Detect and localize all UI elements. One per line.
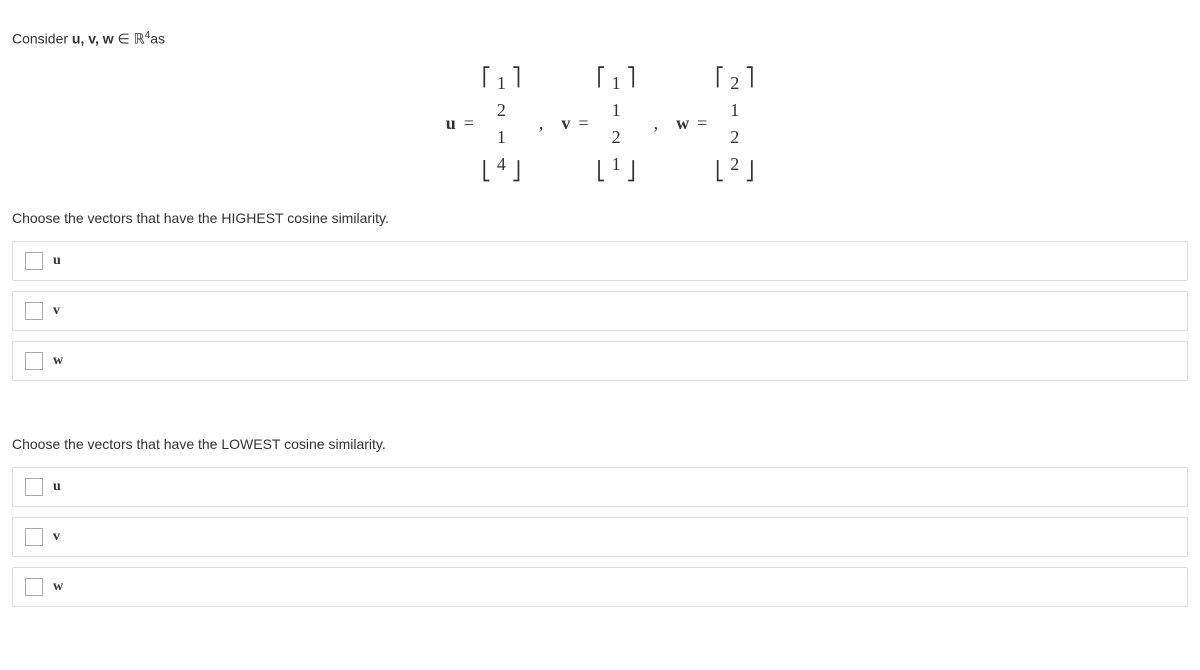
v-val-0: 1 [612, 70, 621, 97]
checkbox-icon[interactable] [25, 352, 43, 370]
vector-u-block: u = 1 2 1 4 [446, 68, 521, 180]
v-val-1: 1 [612, 97, 621, 124]
w-val-3: 2 [730, 151, 739, 178]
vector-equations: u = 1 2 1 4 , v = 1 1 2 1 , [12, 68, 1188, 180]
question-lowest: Choose the vectors that have the LOWEST … [12, 436, 1188, 452]
bracket-left-icon [715, 68, 724, 180]
q2-option-v-label: v [53, 529, 60, 545]
q2-option-u[interactable]: u [12, 467, 1188, 507]
intro-prefix: Consider [12, 31, 72, 47]
w-val-1: 1 [730, 97, 739, 124]
w-val-2: 2 [730, 124, 739, 151]
bracket-left-icon [482, 68, 491, 180]
vector-w-block: w = 2 1 2 2 [676, 68, 754, 180]
vector-v-block: v = 1 1 2 1 [561, 68, 635, 180]
v-val-3: 1 [612, 151, 621, 178]
q2-option-w[interactable]: w [12, 567, 1188, 607]
question-highest: Choose the vectors that have the HIGHEST… [12, 210, 1188, 226]
equals-sign: = [578, 113, 588, 134]
vector-w-matrix: 2 1 2 2 [715, 68, 754, 180]
q1-option-w-label: w [53, 353, 63, 369]
bracket-right-icon [745, 68, 754, 180]
q1-option-w[interactable]: w [12, 341, 1188, 381]
checkbox-icon[interactable] [25, 578, 43, 596]
u-val-2: 1 [497, 124, 506, 151]
vector-v-matrix: 1 1 2 1 [597, 68, 636, 180]
intro-suffix: as [150, 31, 165, 47]
checkbox-icon[interactable] [25, 478, 43, 496]
u-val-0: 1 [497, 70, 506, 97]
q1-option-u[interactable]: u [12, 241, 1188, 281]
vector-u-matrix: 1 2 1 4 [482, 68, 521, 180]
u-val-1: 2 [497, 97, 506, 124]
q1-option-u-label: u [53, 253, 61, 269]
u-val-3: 4 [497, 151, 506, 178]
q2-option-u-label: u [53, 479, 61, 495]
q1-option-v[interactable]: v [12, 291, 1188, 331]
q2-option-v[interactable]: v [12, 517, 1188, 557]
vector-v-label: v [561, 113, 570, 134]
vector-u-label: u [446, 113, 456, 134]
intro-vectors: u, v, w [72, 31, 114, 47]
q2-option-w-label: w [53, 579, 63, 595]
comma-2: , [654, 113, 659, 134]
bracket-right-icon [512, 68, 521, 180]
checkbox-icon[interactable] [25, 528, 43, 546]
w-val-0: 2 [730, 70, 739, 97]
v-val-2: 2 [612, 124, 621, 151]
equals-sign: = [697, 113, 707, 134]
equals-sign: = [464, 113, 474, 134]
comma-1: , [539, 113, 544, 134]
checkbox-icon[interactable] [25, 252, 43, 270]
q1-option-v-label: v [53, 303, 60, 319]
bracket-right-icon [627, 68, 636, 180]
intro-member: ∈ ℝ [114, 31, 145, 47]
checkbox-icon[interactable] [25, 302, 43, 320]
vector-w-label: w [676, 113, 689, 134]
bracket-left-icon [597, 68, 606, 180]
intro-text: Consider u, v, w ∈ ℝ4as [12, 30, 1188, 48]
